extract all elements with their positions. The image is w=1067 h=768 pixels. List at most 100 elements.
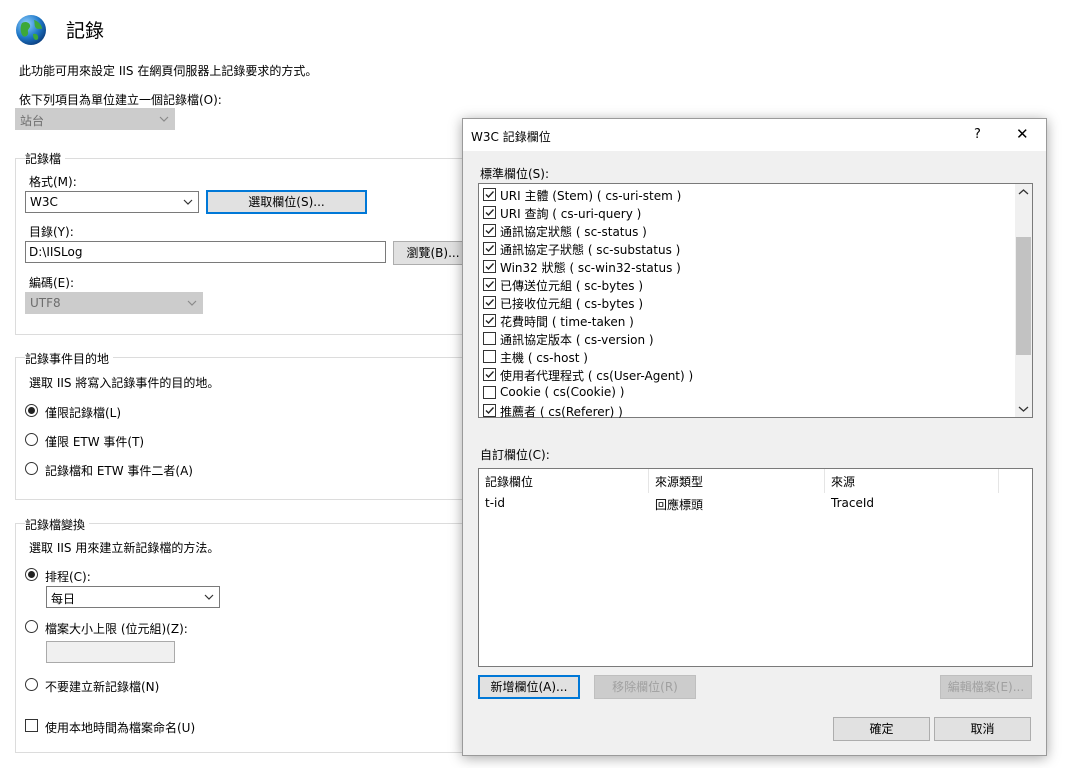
standard-field-checkbox[interactable]	[483, 242, 496, 255]
standard-field-checkbox[interactable]	[483, 206, 496, 219]
one-log-select[interactable]: 站台	[15, 108, 175, 130]
format-label: 格式(M):	[29, 175, 77, 189]
one-log-label: 依下列項目為單位建立一個記錄檔(O):	[19, 93, 222, 107]
standard-field-label: Win32 狀態 ( sc-win32-status )	[500, 261, 681, 275]
standard-field-checkbox[interactable]	[483, 296, 496, 309]
standard-field-label: URI 查詢 ( cs-uri-query )	[500, 207, 642, 221]
table-cell: TraceId	[831, 496, 874, 510]
page-title: 記錄	[66, 20, 105, 42]
add-field-button[interactable]: 新增欄位(A)...	[478, 675, 580, 699]
standard-field-checkbox[interactable]	[483, 386, 496, 399]
dialog-title: W3C 記錄欄位	[471, 130, 551, 144]
standard-field-label: 已傳送位元組 ( sc-bytes )	[500, 279, 644, 293]
page-description: 此功能可用來設定 IIS 在網頁伺服器上記錄要求的方式。	[19, 64, 318, 78]
rollover-legend: 記錄檔變換	[25, 516, 90, 533]
chevron-up-icon[interactable]	[1018, 188, 1029, 196]
standard-fields-label: 標準欄位(S):	[480, 167, 550, 181]
standard-field-checkbox[interactable]	[483, 350, 496, 363]
encoding-label: 編碼(E):	[29, 276, 74, 290]
destination-label-log-only: 僅限記錄檔(L)	[45, 406, 122, 420]
directory-label: 目錄(Y):	[29, 225, 74, 239]
remove-field-button[interactable]: 移除欄位(R)	[594, 675, 696, 699]
cancel-button[interactable]: 取消	[934, 717, 1031, 741]
checkmark-icon	[485, 281, 495, 289]
custom-fields-label: 自訂欄位(C):	[480, 448, 550, 462]
destination-legend: 記錄事件目的地	[25, 350, 114, 367]
column-header[interactable]: 記錄欄位	[479, 469, 649, 493]
standard-field-checkbox[interactable]	[483, 332, 496, 345]
standard-field-label: 通訊協定狀態 ( sc-status )	[500, 225, 647, 239]
standard-field-label: 花費時間 ( time-taken )	[500, 315, 634, 329]
chevron-down-icon[interactable]	[1018, 405, 1029, 413]
dialog-titlebar: W3C 記錄欄位 ? ✕	[463, 119, 1046, 151]
standard-field-checkbox[interactable]	[483, 368, 496, 381]
destination-radio-both[interactable]	[25, 462, 38, 475]
standard-field-label: 通訊協定版本 ( cs-version )	[500, 333, 654, 347]
destination-description: 選取 IIS 將寫入記錄事件的目的地。	[29, 376, 220, 390]
column-header[interactable]: 來源類型	[649, 469, 825, 493]
checkmark-icon	[485, 407, 495, 415]
scrollbar-thumb[interactable]	[1016, 237, 1031, 356]
checkmark-icon	[485, 209, 495, 217]
standard-field-label: URI 主體 (Stem) ( cs-uri-stem )	[500, 189, 682, 203]
checkmark-icon	[485, 371, 495, 379]
checkmark-icon	[485, 191, 495, 199]
standard-field-label: 通訊協定子狀態 ( sc-substatus )	[500, 243, 681, 257]
column-header-label: 來源類型	[655, 475, 704, 489]
table-cell: t-id	[485, 496, 505, 510]
standard-fields-list[interactable]: URI 主體 (Stem) ( cs-uri-stem ) URI 查詢 ( cs…	[478, 183, 1033, 419]
column-header-label: 記錄欄位	[485, 475, 534, 489]
destination-radio-log-only[interactable]	[25, 404, 38, 417]
standard-field-checkbox[interactable]	[483, 224, 496, 237]
standard-field-checkbox[interactable]	[483, 260, 496, 273]
standard-field-label: 使用者代理程式 ( cs(User-Agent) )	[500, 369, 694, 383]
select-fields-button[interactable]: 選取欄位(S)...	[206, 190, 367, 214]
close-icon[interactable]: ✕	[1016, 125, 1029, 143]
max-size-input[interactable]	[46, 641, 175, 663]
checkmark-icon	[485, 245, 495, 253]
destination-radio-etw-only[interactable]	[25, 433, 38, 446]
log-file-legend: 記錄檔	[25, 150, 66, 167]
help-icon[interactable]: ?	[974, 127, 981, 142]
encoding-select[interactable]: UTF8	[25, 292, 203, 314]
max-size-radio[interactable]	[25, 620, 38, 633]
chevron-down-icon	[183, 199, 193, 205]
standard-field-checkbox[interactable]	[483, 278, 496, 291]
column-header[interactable]: 來源	[825, 469, 999, 493]
globe-icon	[15, 14, 47, 46]
standard-field-checkbox[interactable]	[483, 404, 496, 417]
schedule-radio[interactable]	[25, 568, 38, 581]
local-time-label: 使用本地時間為檔案命名(U)	[45, 721, 196, 735]
max-size-label: 檔案大小上限 (位元組)(Z):	[45, 622, 188, 636]
standard-field-label: 推薦者 ( cs(Referer) )	[500, 405, 623, 419]
standard-field-label: 主機 ( cs-host )	[500, 351, 588, 365]
edit-field-button[interactable]: 編輯檔案(E)...	[940, 675, 1032, 699]
chevron-down-icon	[187, 300, 197, 306]
ok-button[interactable]: 確定	[833, 717, 930, 741]
browse-button[interactable]: 瀏覽(B)...	[393, 241, 473, 265]
column-header-label: 來源	[831, 475, 856, 489]
standard-field-checkbox[interactable]	[483, 188, 496, 201]
directory-input[interactable]: D:\IISLog	[25, 241, 386, 263]
local-time-checkbox[interactable]	[25, 719, 38, 732]
w3c-fields-dialog: W3C 記錄欄位 ? ✕ 標準欄位(S): URI 主體 (Stem) ( cs…	[462, 118, 1047, 756]
table-row[interactable]: t-id 回應標頭 TraceId	[479, 495, 1032, 515]
checkmark-icon	[485, 227, 495, 235]
chevron-down-icon	[204, 594, 214, 600]
checkmark-icon	[485, 299, 495, 307]
destination-label-etw-only: 僅限 ETW 事件(T)	[45, 435, 145, 449]
no-new-log-radio[interactable]	[25, 678, 38, 691]
no-new-log-label: 不要建立新記錄檔(N)	[45, 680, 160, 694]
chevron-down-icon	[159, 116, 169, 122]
standard-field-label: 已接收位元組 ( cs-bytes )	[500, 297, 644, 311]
schedule-select[interactable]: 每日	[46, 586, 220, 608]
destination-label-both: 記錄檔和 ETW 事件二者(A)	[45, 464, 193, 478]
table-cell: 回應標頭	[655, 498, 704, 512]
standard-field-label: Cookie ( cs(Cookie) )	[500, 385, 625, 399]
custom-fields-table[interactable]: 記錄欄位 來源類型 來源 t-id 回應標頭 TraceId	[478, 468, 1033, 667]
standard-fields-scrollbar[interactable]	[1015, 184, 1032, 417]
checkmark-icon	[485, 317, 495, 325]
format-select[interactable]: W3C	[25, 191, 199, 213]
standard-field-checkbox[interactable]	[483, 314, 496, 327]
rollover-description: 選取 IIS 用來建立新記錄檔的方法。	[29, 541, 220, 555]
